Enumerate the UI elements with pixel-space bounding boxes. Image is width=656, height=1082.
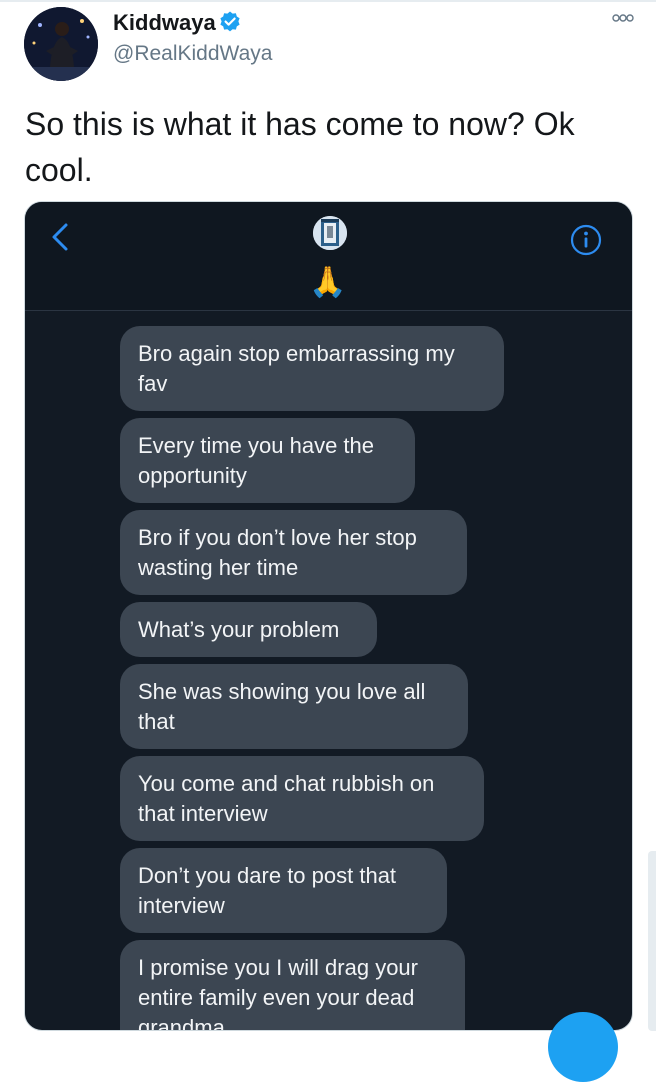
message-bubble: You come and chat rubbish on that interv… [120, 756, 484, 841]
message-bubble: Every time you have the opportunity [120, 418, 415, 503]
more-options-icon[interactable] [612, 13, 634, 23]
message-bubble: What’s your problem [120, 602, 377, 657]
message-bubble: I promise you I will drag your entire fa… [120, 940, 465, 1030]
contact-name-emoji: 🙏 [309, 266, 347, 299]
scrollbar-handle[interactable] [648, 851, 656, 1031]
verified-badge-icon [220, 11, 240, 32]
message-bubble: Bro if you don’t love her stop wasting h… [120, 510, 467, 595]
attached-image[interactable]: 🙏 Bro again stop embarrassing my fav Eve… [24, 201, 633, 1031]
message-bubble: Don’t you dare to post that interview [120, 848, 447, 933]
author-avatar[interactable] [24, 7, 98, 81]
info-icon[interactable] [570, 224, 602, 256]
chat-header-divider [25, 310, 632, 311]
contact-avatar[interactable] [313, 216, 347, 250]
top-divider [0, 0, 656, 2]
tweet-text: So this is what it has come to now? Ok c… [25, 106, 575, 188]
compose-tweet-button[interactable] [548, 1012, 618, 1082]
chevron-left-icon[interactable] [49, 222, 71, 252]
message-bubble: She was showing you love all that [120, 664, 468, 749]
author-display-name[interactable]: Kiddwaya [113, 10, 216, 36]
message-thread: Bro again stop embarrassing my fav Every… [120, 326, 620, 1030]
message-bubble: Bro again stop embarrassing my fav [120, 326, 504, 411]
author-handle[interactable]: @RealKiddWaya [113, 42, 272, 66]
chat-header: 🙏 [25, 202, 632, 310]
